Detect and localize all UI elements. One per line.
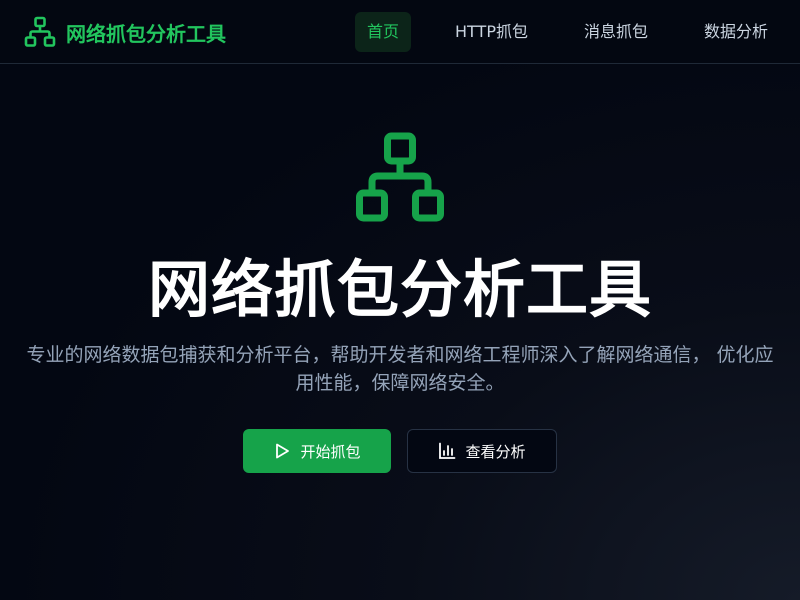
nav-item-http-capture[interactable]: HTTP抓包 xyxy=(443,12,540,52)
top-navbar: 网络抓包分析工具 首页 HTTP抓包 消息抓包 数据分析 xyxy=(0,0,800,64)
start-capture-label: 开始抓包 xyxy=(300,442,361,461)
network-icon xyxy=(24,16,56,47)
play-icon xyxy=(276,443,290,459)
start-capture-button[interactable]: 开始抓包 xyxy=(243,429,391,473)
view-analysis-label: 查看分析 xyxy=(465,442,526,461)
main-nav: 首页 HTTP抓包 消息抓包 数据分析 xyxy=(355,12,780,52)
brand-title: 网络抓包分析工具 xyxy=(66,21,226,46)
network-icon xyxy=(356,132,444,222)
hero-description: 专业的网络数据包捕获和分析平台，帮助开发者和网络工程师深入了解网络通信， 优化应… xyxy=(26,344,774,394)
nav-item-data-analysis[interactable]: 数据分析 xyxy=(692,12,780,52)
view-analysis-button[interactable]: 查看分析 xyxy=(407,429,557,473)
hero-title: 网络抓包分析工具 xyxy=(147,253,652,326)
nav-item-home[interactable]: 首页 xyxy=(355,12,412,52)
hero-icon-wrap xyxy=(356,132,444,222)
bar-chart-icon xyxy=(439,442,456,459)
brand[interactable]: 网络抓包分析工具 xyxy=(24,16,226,48)
nav-item-message-capture[interactable]: 消息抓包 xyxy=(572,12,660,52)
